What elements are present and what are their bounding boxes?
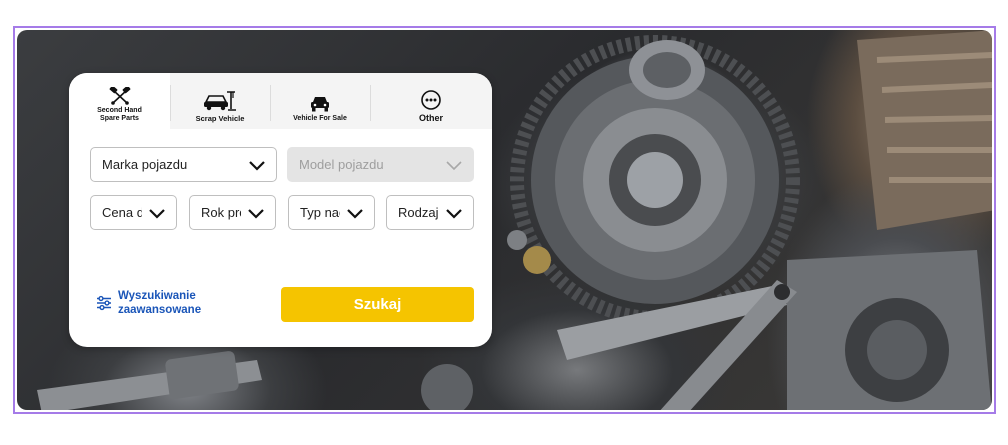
production-year-select[interactable]: Rok prod. [189,195,276,230]
tab-other[interactable]: Other [370,73,492,129]
tab-scrap-vehicle[interactable]: Scrap Vehicle [170,73,270,129]
vehicle-make-value: Marka pojazdu [102,157,188,172]
vehicle-type-select[interactable]: Rodzaj pojazdu [386,195,474,230]
vehicle-model-value: Model pojazdu [299,157,384,172]
price-to-value: Cena do [102,205,142,220]
vehicle-make-select[interactable]: Marka pojazdu [90,147,277,182]
chevron-down-icon [446,209,462,219]
production-year-value: Rok prod. [201,205,241,220]
crossed-pistons-icon [109,87,130,105]
tab-label: Scrap Vehicle [195,114,245,123]
search-button[interactable]: Szukaj [281,287,474,322]
chevron-down-icon [248,209,264,219]
car-front-icon [311,97,329,112]
body-type-select[interactable]: Typ nadwozia [288,195,375,230]
advanced-search-line1: Wyszukiwanie [118,290,196,302]
category-tabs: Second Hand Spare Parts Scrap Vehicle Ve… [69,73,492,129]
tab-label: Second Hand [97,107,142,114]
search-card: Second Hand Spare Parts Scrap Vehicle Ve… [69,73,492,347]
tab-label: Vehicle For Sale [293,115,347,122]
vehicle-type-value: Rodzaj pojazdu [398,205,439,220]
advanced-search-line2: zaawansowane [118,304,202,316]
chevron-down-icon [347,209,363,219]
vehicle-model-select[interactable]: Model pojazdu [287,147,474,182]
chevron-down-icon [249,161,265,171]
tab-label: Spare Parts [100,115,139,122]
sliders-icon [97,295,111,311]
tab-vehicle-for-sale[interactable]: Vehicle For Sale [270,73,370,129]
scrap-car-crane-icon [204,91,236,111]
tab-second-hand-spare-parts[interactable]: Second Hand Spare Parts [69,73,170,129]
advanced-search-label: Wyszukiwanie zaawansowane [118,289,201,317]
pinion [629,40,705,100]
chevron-down-icon [446,161,462,171]
body-type-value: Typ nadwozia [300,205,340,220]
chevron-down-icon [149,209,165,219]
more-dots-circle-icon [421,90,441,110]
advanced-search-link[interactable]: Wyszukiwanie zaawansowane [96,289,201,317]
tab-label: Other [418,113,443,123]
price-to-select[interactable]: Cena do [90,195,177,230]
